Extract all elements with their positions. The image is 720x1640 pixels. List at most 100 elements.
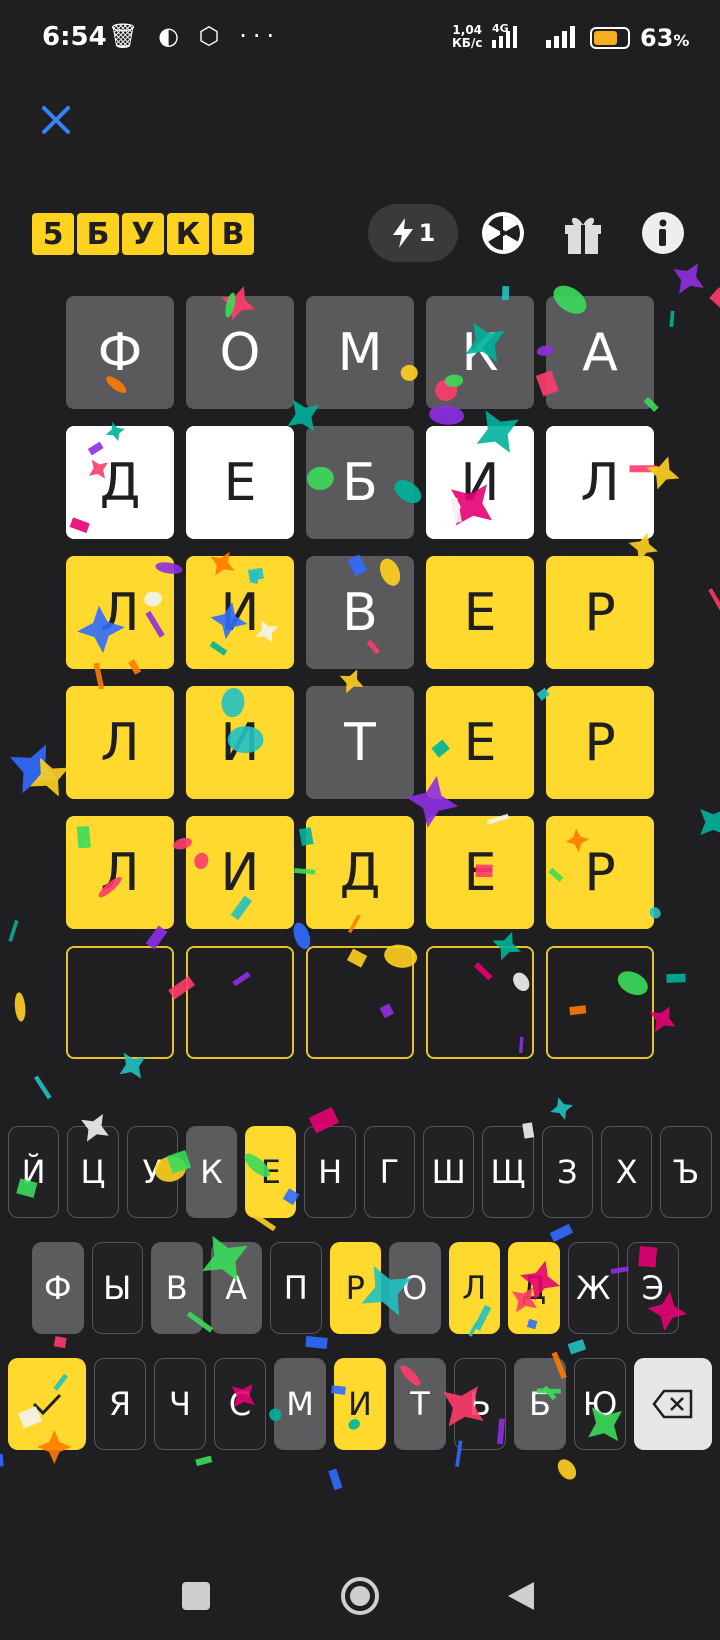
key[interactable]: Й (8, 1126, 60, 1218)
letter-tile: К (426, 296, 534, 409)
letter-tile: Д (66, 426, 174, 539)
letter-tile: И (426, 426, 534, 539)
letter-tile: Е (426, 686, 534, 799)
letter-tile (426, 946, 534, 1059)
hints-count: 1 (418, 219, 436, 247)
letter-tile: Е (426, 556, 534, 669)
key[interactable]: П (270, 1242, 322, 1334)
confetti-piece (14, 992, 26, 1022)
board-row (66, 946, 654, 1059)
letter-tile: Р (546, 686, 654, 799)
key[interactable]: Г (363, 1126, 416, 1218)
key[interactable]: Х (600, 1126, 653, 1218)
battery-icon (590, 27, 630, 49)
battery-percent: 63% (640, 24, 690, 52)
board-row: ДЕБИЛ (66, 426, 654, 539)
logo-letter: 5 (32, 213, 74, 255)
game-board: ФОМКАДЕБИЛЛИВЕРЛИТЕРЛИДЕР (66, 296, 654, 1076)
key[interactable]: З (541, 1126, 593, 1218)
key[interactable]: Ш (423, 1126, 475, 1218)
key[interactable]: Ъ (660, 1126, 712, 1218)
key[interactable]: И (334, 1358, 386, 1450)
key[interactable]: Л (448, 1242, 500, 1334)
logo-letter: У (122, 213, 164, 255)
confetti-piece (549, 1223, 574, 1243)
status-time: 6:54 (42, 22, 107, 52)
confetti-piece (53, 1336, 67, 1349)
checkmark-icon (32, 1393, 62, 1416)
key[interactable]: М (274, 1358, 326, 1450)
confetti-piece (328, 1468, 343, 1491)
letter-tile (546, 946, 654, 1059)
back-icon[interactable] (506, 1580, 536, 1612)
home-icon[interactable] (340, 1576, 380, 1616)
letter-tile: Т (306, 686, 414, 799)
info-icon[interactable] (640, 210, 686, 256)
key[interactable]: К (185, 1126, 238, 1218)
key[interactable]: Н (304, 1126, 356, 1218)
close-icon[interactable] (36, 100, 76, 140)
network-speed: 1,04 КБ/с (452, 23, 483, 50)
letter-tile (306, 946, 414, 1059)
confetti-piece (9, 744, 59, 794)
confetti-piece (709, 287, 720, 311)
signal-icon (492, 26, 517, 48)
hints-button[interactable]: 1 (368, 204, 458, 262)
key[interactable]: Ы (91, 1242, 143, 1334)
letter-tile: Л (66, 686, 174, 799)
key[interactable]: Щ (482, 1126, 534, 1218)
confetti-piece (673, 263, 704, 294)
wheel-icon[interactable] (480, 210, 526, 256)
recent-apps-icon[interactable] (182, 1582, 210, 1610)
letter-tile: Л (66, 556, 174, 669)
key[interactable]: Ж (567, 1242, 619, 1334)
key[interactable]: С (214, 1358, 266, 1450)
letter-tile: Д (306, 816, 414, 929)
letter-tile (186, 946, 294, 1059)
confetti-piece (557, 1459, 577, 1480)
key[interactable]: О (389, 1242, 441, 1334)
logo-letter: Б (77, 213, 119, 255)
key[interactable]: Ц (67, 1126, 119, 1218)
board-row: ЛИВЕР (66, 556, 654, 669)
backspace-button[interactable] (634, 1358, 712, 1450)
confetti-piece (0, 1453, 4, 1468)
key[interactable]: Ф (32, 1242, 84, 1334)
confetti-piece (33, 1075, 52, 1100)
enter-button[interactable] (8, 1358, 86, 1450)
letter-tile: И (186, 816, 294, 929)
letter-tile: Е (426, 816, 534, 929)
key[interactable]: Д (508, 1242, 560, 1334)
key[interactable]: Е (245, 1126, 297, 1218)
letter-tile: А (546, 296, 654, 409)
board-row: ЛИТЕР (66, 686, 654, 799)
letter-tile (66, 946, 174, 1059)
letter-tile: Е (186, 426, 294, 539)
key[interactable]: А (210, 1242, 262, 1334)
keyboard-row: ЯЧСМИТЬБЮ (8, 1358, 712, 1450)
navigation-bar (0, 1540, 720, 1640)
letter-tile: И (186, 686, 294, 799)
confetti-piece (666, 973, 686, 983)
keyboard-row: ЙЦУКЕНГШЩЗХЪ (8, 1126, 712, 1218)
key[interactable]: Я (94, 1358, 146, 1450)
logo-letter: К (167, 213, 209, 255)
key[interactable]: У (126, 1126, 178, 1218)
letter-tile: Р (546, 816, 654, 929)
backspace-icon (652, 1389, 693, 1419)
keyboard-row: ФЫВАПРОЛДЖЭ (32, 1242, 679, 1334)
confetti-piece (305, 1335, 328, 1349)
key[interactable]: Т (394, 1358, 446, 1450)
confetti-piece (669, 310, 675, 328)
key[interactable]: Э (627, 1242, 679, 1334)
key[interactable]: Б (514, 1358, 566, 1450)
key[interactable]: Ь (454, 1358, 506, 1450)
key[interactable]: Ч (154, 1358, 206, 1450)
key[interactable]: Р (329, 1242, 381, 1334)
board-row: ЛИДЕР (66, 816, 654, 929)
gift-icon[interactable] (560, 210, 606, 256)
key[interactable]: В (151, 1242, 203, 1334)
key[interactable]: Ю (574, 1358, 626, 1450)
signal-icon-2 (546, 26, 575, 48)
logo-letter: В (212, 213, 254, 255)
